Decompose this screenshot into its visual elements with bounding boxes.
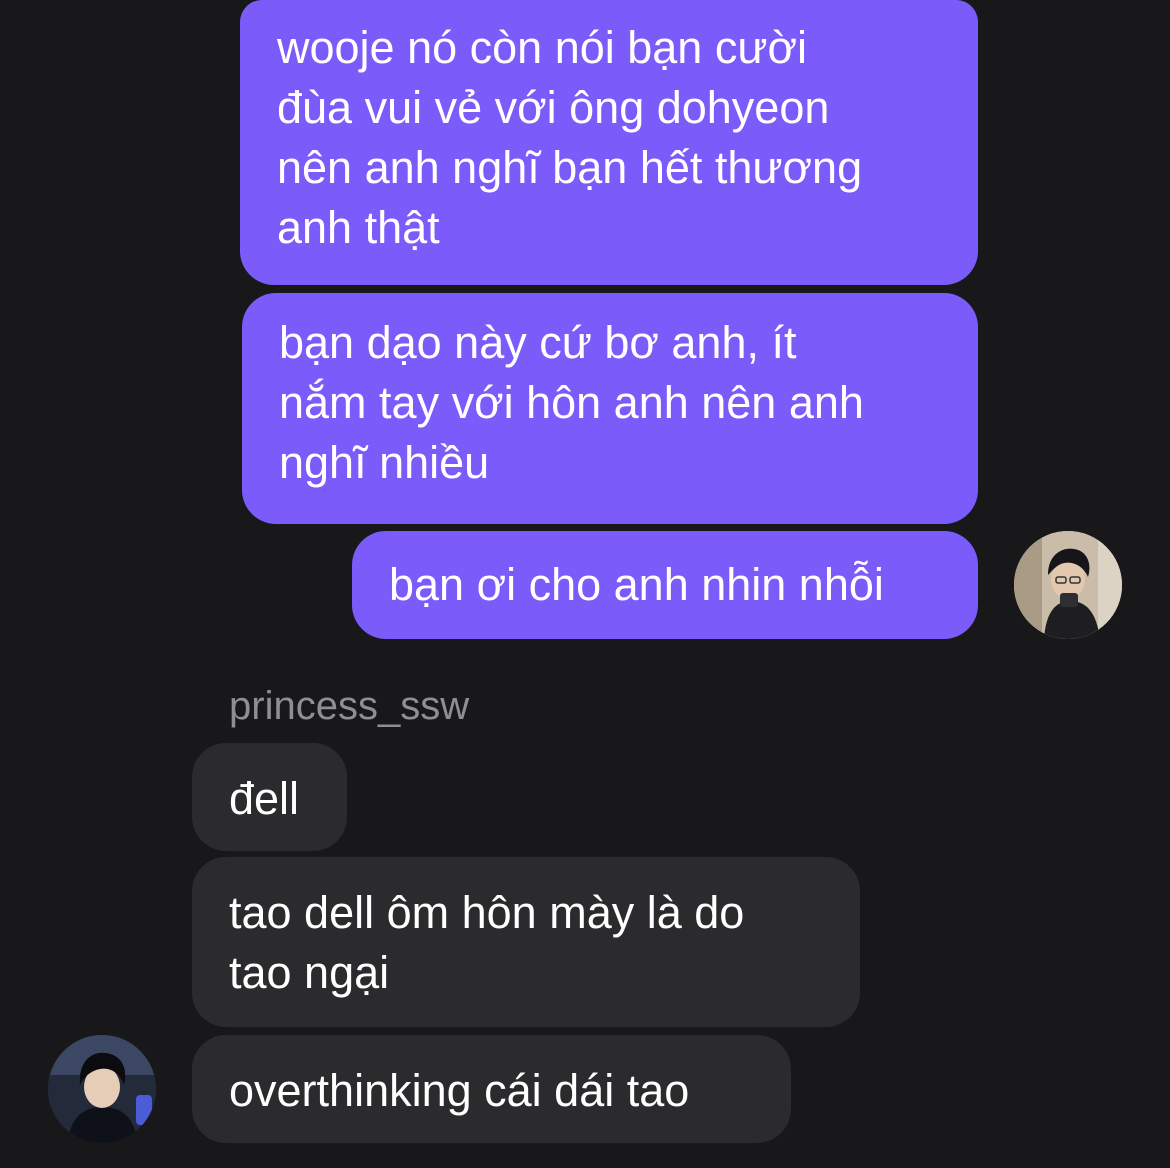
my-avatar[interactable] <box>1014 531 1122 639</box>
incoming-message-bubble[interactable]: tao dell ôm hôn mày là do tao ngại <box>192 857 860 1027</box>
incoming-message-bubble[interactable]: đell <box>192 743 347 851</box>
sender-name[interactable]: princess_ssw <box>229 682 469 730</box>
outgoing-message-bubble[interactable]: bạn dạo này cứ bơ anh, ít nắm tay với hô… <box>242 293 978 524</box>
sender-avatar[interactable] <box>48 1035 156 1143</box>
incoming-message-bubble[interactable]: overthinking cái dái tao <box>192 1035 791 1143</box>
outgoing-message-bubble[interactable]: wooje nó còn nói bạn cười đùa vui vẻ với… <box>240 0 978 285</box>
avatar-photo-icon <box>48 1035 156 1143</box>
avatar-photo-icon <box>1014 531 1122 639</box>
outgoing-message-bubble[interactable]: bạn ơi cho anh nhin nhỗi <box>352 531 978 639</box>
